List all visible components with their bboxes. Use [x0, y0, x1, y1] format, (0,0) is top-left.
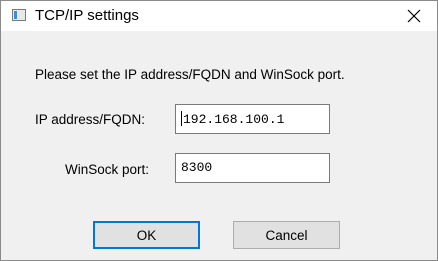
winsock-port-label: WinSock port: — [65, 162, 150, 177]
close-button[interactable] — [391, 1, 437, 31]
winsock-port-value: 8300 — [181, 160, 213, 175]
cancel-button[interactable]: Cancel — [233, 221, 340, 249]
dialog-body — [1, 31, 437, 260]
winsock-port-field[interactable]: 8300 — [175, 153, 330, 183]
title-bar: TCP/IP settings — [1, 1, 437, 31]
text-caret — [181, 111, 182, 126]
window-title: TCP/IP settings — [35, 7, 139, 24]
close-icon — [407, 9, 421, 23]
ok-button[interactable]: OK — [93, 221, 200, 249]
ip-address-label: IP address/FQDN: — [35, 112, 146, 127]
ip-address-value: 192.168.100.1 — [183, 112, 285, 127]
app-window-icon — [12, 9, 26, 21]
ip-address-field[interactable]: 192.168.100.1 — [175, 104, 330, 134]
instruction-text: Please set the IP address/FQDN and WinSo… — [35, 67, 345, 82]
